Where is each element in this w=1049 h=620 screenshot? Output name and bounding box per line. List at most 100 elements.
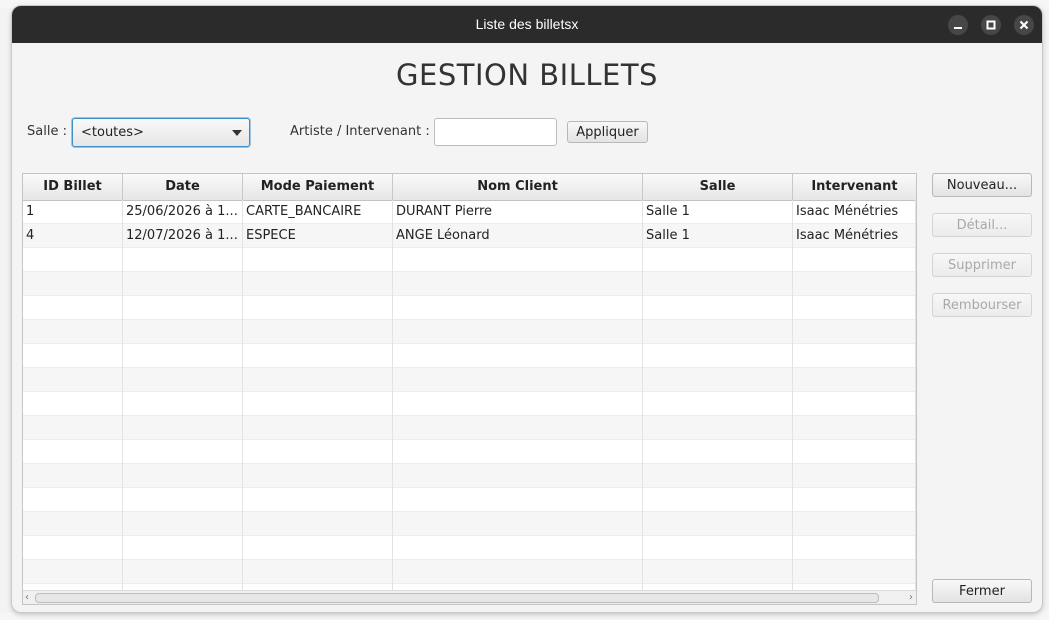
table-row[interactable] <box>23 296 916 320</box>
table-row[interactable]: 1 25/06/2026 à 1... CARTE_BANCAIRE DURANT P… <box>23 200 916 224</box>
title-bar[interactable]: Liste des billetsx <box>12 6 1042 43</box>
apply-button[interactable]: Appliquer <box>567 121 648 143</box>
table-cell <box>793 392 916 416</box>
table-cell: ANGE Léonard <box>393 224 643 248</box>
table-cell <box>643 392 793 416</box>
table-cell <box>23 536 123 560</box>
column-header[interactable]: ID Billet <box>23 174 123 200</box>
table-row[interactable] <box>23 344 916 368</box>
table-cell <box>23 440 123 464</box>
table-cell <box>123 536 243 560</box>
table-cell <box>793 296 916 320</box>
table-cell <box>243 272 393 296</box>
billets-table[interactable]: ID Billet Date Mode Paiement Nom Client … <box>22 173 917 605</box>
table-cell: Isaac Ménétries <box>793 224 916 248</box>
refund-button[interactable]: Rembourser <box>932 293 1032 317</box>
table-cell <box>243 392 393 416</box>
table-cell <box>793 320 916 344</box>
table-cell <box>23 272 123 296</box>
artiste-label: Artiste / Intervenant : <box>290 124 430 139</box>
scroll-right-icon[interactable]: › <box>909 592 913 603</box>
table-row[interactable] <box>23 440 916 464</box>
table-cell <box>643 320 793 344</box>
table-cell <box>243 440 393 464</box>
table-cell: CARTE_BANCAIRE <box>243 200 393 224</box>
table-row[interactable] <box>23 464 916 488</box>
close-icon <box>1019 20 1029 30</box>
table-cell <box>643 464 793 488</box>
maximize-icon <box>986 20 996 30</box>
column-header[interactable]: Date <box>123 174 243 200</box>
scroll-left-icon[interactable]: ‹ <box>25 592 29 603</box>
minimize-icon <box>954 27 962 29</box>
table-cell <box>793 248 916 272</box>
close-window-button[interactable] <box>1014 15 1034 35</box>
table-cell <box>393 416 643 440</box>
table-cell <box>393 392 643 416</box>
table-cell <box>23 488 123 512</box>
table-row[interactable]: 4 12/07/2026 à 1... ESPECE ANGE Léonard Sall… <box>23 224 916 248</box>
close-button[interactable]: Fermer <box>932 579 1032 603</box>
delete-button[interactable]: Supprimer <box>932 253 1032 277</box>
artiste-input[interactable] <box>434 118 557 146</box>
table-cell <box>23 368 123 392</box>
column-header[interactable]: Mode Paiement <box>243 174 393 200</box>
table-cell <box>123 512 243 536</box>
table-cell <box>123 248 243 272</box>
table-cell: 1 <box>23 200 123 224</box>
table-row[interactable] <box>23 392 916 416</box>
detail-button[interactable]: Détail... <box>932 213 1032 237</box>
table-cell <box>243 416 393 440</box>
table-cell <box>23 464 123 488</box>
table-row[interactable] <box>23 368 916 392</box>
maximize-button[interactable] <box>981 15 1001 35</box>
table-row[interactable] <box>23 416 916 440</box>
table-cell <box>793 488 916 512</box>
table-cell <box>243 536 393 560</box>
table-cell <box>643 416 793 440</box>
table-cell <box>643 248 793 272</box>
minimize-button[interactable] <box>948 15 968 35</box>
table-cell <box>243 512 393 536</box>
chevron-down-icon <box>232 130 242 136</box>
table-cell <box>643 536 793 560</box>
table-cell <box>243 488 393 512</box>
salle-combobox[interactable]: <toutes> <box>72 118 250 147</box>
table-cell <box>393 272 643 296</box>
table-cell <box>793 464 916 488</box>
table-cell <box>23 416 123 440</box>
table-cell: 4 <box>23 224 123 248</box>
table-cell <box>643 488 793 512</box>
new-button[interactable]: Nouveau... <box>932 173 1032 197</box>
table-cell <box>643 296 793 320</box>
table-row[interactable] <box>23 248 916 272</box>
column-header[interactable]: Nom Client <box>393 174 643 200</box>
table-cell: 12/07/2026 à 1... <box>123 224 243 248</box>
table-cell <box>643 272 793 296</box>
table-cell <box>23 296 123 320</box>
table-cell <box>643 512 793 536</box>
table-row[interactable] <box>23 272 916 296</box>
horizontal-scrollbar[interactable]: ‹ › <box>23 590 916 604</box>
table-row[interactable] <box>23 488 916 512</box>
table-cell <box>393 248 643 272</box>
page-title: GESTION BILLETS <box>396 58 658 92</box>
table-cell <box>243 560 393 584</box>
table-row[interactable] <box>23 536 916 560</box>
column-header[interactable]: Intervenant <box>793 174 916 200</box>
table-cell: 25/06/2026 à 1... <box>123 200 243 224</box>
table-cell <box>243 296 393 320</box>
table-cell <box>23 320 123 344</box>
table-cell <box>393 344 643 368</box>
table-cell: Salle 1 <box>643 224 793 248</box>
table-cell <box>793 368 916 392</box>
column-header[interactable]: Salle <box>643 174 793 200</box>
table-cell <box>23 344 123 368</box>
table-row[interactable] <box>23 512 916 536</box>
table-cell <box>793 272 916 296</box>
window-title: Liste des billetsx <box>475 16 579 32</box>
table-cell <box>123 440 243 464</box>
table-row[interactable] <box>23 560 916 584</box>
table-row[interactable] <box>23 320 916 344</box>
scrollbar-thumb[interactable] <box>35 593 879 603</box>
